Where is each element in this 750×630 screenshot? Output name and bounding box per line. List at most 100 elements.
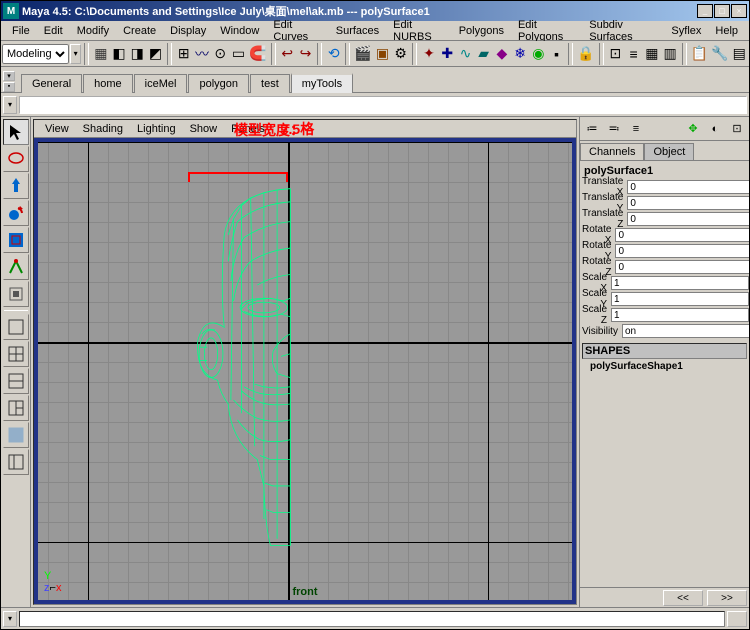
shelf-construct-icon[interactable]: ⟲ xyxy=(325,43,342,65)
shelf-tool-icon[interactable]: 🔧 xyxy=(710,43,729,65)
cb-hyper-icon[interactable]: ⊡ xyxy=(727,119,747,139)
shelf-sel-curve-icon[interactable]: ∿ xyxy=(457,43,474,65)
tab-home[interactable]: home xyxy=(83,74,133,93)
viewport-menubar: View Shading Lighting Show Panels 7.5格 xyxy=(34,120,576,138)
mesh-wireframe[interactable] xyxy=(183,182,358,552)
cb-layout3-icon[interactable]: ≡ xyxy=(626,119,646,139)
shelf-sel-surface-icon[interactable]: ▰ xyxy=(475,43,492,65)
viewport-panel: 模型宽度： View Shading Lighting Show Panels … xyxy=(33,119,577,605)
shelf-snapplane-icon[interactable]: ▭ xyxy=(230,43,247,65)
attr-sy-field[interactable] xyxy=(611,292,749,306)
shelf-snappoint-icon[interactable]: ⊙ xyxy=(212,43,229,65)
tab-test[interactable]: test xyxy=(250,74,290,93)
vp-menu-lighting[interactable]: Lighting xyxy=(130,121,183,137)
cb-manip-icon[interactable]: ✥ xyxy=(683,119,703,139)
vp-menu-show[interactable]: Show xyxy=(183,121,225,137)
shelf-sel-misc-icon[interactable]: ▪ xyxy=(548,43,565,65)
shelf-sel-deform-icon[interactable]: ◆ xyxy=(493,43,510,65)
cb-layout2-icon[interactable]: ≕ xyxy=(604,119,624,139)
shelf-render-icon[interactable]: 🎬 xyxy=(353,43,372,65)
layout-two-h-icon[interactable] xyxy=(3,368,29,394)
shelf-sel-joint-icon[interactable]: ✚ xyxy=(439,43,456,65)
maximize-button[interactable]: □ xyxy=(714,4,730,18)
attr-rz-field[interactable] xyxy=(615,260,749,274)
shelf-snapcurve-icon[interactable]: 〰 xyxy=(193,43,210,65)
move-tool[interactable] xyxy=(3,173,29,199)
tab-mytools[interactable]: myTools xyxy=(291,73,353,93)
shelf-sel-dynamic-icon[interactable]: ❄ xyxy=(512,43,529,65)
rotate-tool[interactable] xyxy=(3,200,29,226)
mode-opts-icon[interactable]: ▾ xyxy=(70,44,81,64)
menu-modify[interactable]: Modify xyxy=(70,23,116,39)
shelf-ipr-icon[interactable]: ▣ xyxy=(374,43,391,65)
tab-channels[interactable]: Channels xyxy=(580,143,644,160)
command-input[interactable] xyxy=(19,96,747,114)
nav-prev-button[interactable]: << xyxy=(663,590,703,606)
menu-file[interactable]: File xyxy=(5,23,37,39)
shelf-ae-icon[interactable]: 📋 xyxy=(690,43,709,65)
lasso-tool[interactable] xyxy=(3,146,29,172)
menu-help[interactable]: Help xyxy=(708,23,745,39)
shape-name[interactable]: polySurfaceShape1 xyxy=(582,359,747,374)
status-history-icon[interactable]: ▾ xyxy=(3,611,17,627)
shelf-hist-in-icon[interactable]: ↩ xyxy=(279,43,296,65)
layout-single-icon[interactable] xyxy=(3,314,29,340)
attr-tz-field[interactable] xyxy=(627,212,749,226)
attr-ry-field[interactable] xyxy=(615,244,749,258)
attr-sz-field[interactable] xyxy=(611,308,749,322)
menu-edit[interactable]: Edit xyxy=(37,23,70,39)
shelf-snap3-icon[interactable]: ◩ xyxy=(147,43,164,65)
layout-persp-icon[interactable] xyxy=(3,422,29,448)
status-field[interactable] xyxy=(19,611,725,627)
menu-display[interactable]: Display xyxy=(163,23,213,39)
shelf-sel-handle-icon[interactable]: ✦ xyxy=(420,43,437,65)
tab-icemel[interactable]: iceMel xyxy=(134,74,188,93)
menu-create[interactable]: Create xyxy=(116,23,163,39)
layout-outliner-icon[interactable] xyxy=(3,449,29,475)
menu-syflex[interactable]: Syflex xyxy=(664,23,708,39)
layout-three-icon[interactable] xyxy=(3,395,29,421)
shelf-pt-icon[interactable]: ⊡ xyxy=(607,43,624,65)
menu-polygons[interactable]: Polygons xyxy=(452,23,511,39)
shelf-face-icon[interactable]: ▦ xyxy=(643,43,660,65)
shelf-lockcv-icon[interactable]: 🔒 xyxy=(576,43,595,65)
scale-tool[interactable] xyxy=(3,227,29,253)
shelf-cbox-icon[interactable]: ▤ xyxy=(731,43,748,65)
shelf-menu-icon[interactable]: ▾ xyxy=(3,71,15,81)
layout-four-icon[interactable] xyxy=(3,341,29,367)
close-button[interactable]: × xyxy=(731,4,747,18)
mode-selector[interactable]: Modeling xyxy=(2,44,69,64)
shelf-hull-icon[interactable]: ▥ xyxy=(661,43,678,65)
menu-surfaces[interactable]: Surfaces xyxy=(329,23,386,39)
tab-polygon[interactable]: polygon xyxy=(188,74,249,93)
attr-sx-field[interactable] xyxy=(611,276,749,290)
attr-rx-field[interactable] xyxy=(615,228,749,242)
vp-menu-shading[interactable]: Shading xyxy=(76,121,130,137)
last-tool[interactable] xyxy=(3,281,29,307)
menu-window[interactable]: Window xyxy=(213,23,266,39)
viewport-3d[interactable]: Y z⌐x front xyxy=(34,138,576,604)
tab-general[interactable]: General xyxy=(21,74,82,93)
select-tool[interactable] xyxy=(3,119,29,145)
shelf-renderglobals-icon[interactable]: ⚙ xyxy=(392,43,409,65)
attr-tx-field[interactable] xyxy=(627,180,749,194)
shelf-snapgrid-icon[interactable]: ⊞ xyxy=(175,43,192,65)
shelf-snap1-icon[interactable]: ◧ xyxy=(110,43,127,65)
vp-menu-view[interactable]: View xyxy=(38,121,76,137)
minimize-button[interactable]: _ xyxy=(697,4,713,18)
shelf-sel-render-icon[interactable]: ◉ xyxy=(530,43,547,65)
cmd-history-icon[interactable]: ▾ xyxy=(3,96,17,114)
shelf-live-icon[interactable]: 🧲 xyxy=(248,43,267,65)
shelf-edit-icon[interactable]: ▪ xyxy=(3,82,15,92)
nav-next-button[interactable]: >> xyxy=(707,590,747,606)
cb-layout1-icon[interactable]: ≔ xyxy=(582,119,602,139)
shelf-hist-out-icon[interactable]: ↪ xyxy=(297,43,314,65)
cb-speed-icon[interactable]: ◐ xyxy=(705,119,725,139)
shelf-snap2-icon[interactable]: ◨ xyxy=(129,43,146,65)
shelf-line-icon[interactable]: ≡ xyxy=(625,43,642,65)
shelf-pick-icon[interactable]: ▦ xyxy=(92,43,109,65)
tab-object[interactable]: Object xyxy=(644,143,694,160)
attr-ty-field[interactable] xyxy=(627,196,749,210)
manip-tool[interactable] xyxy=(3,254,29,280)
attr-vis-field[interactable] xyxy=(622,324,749,338)
